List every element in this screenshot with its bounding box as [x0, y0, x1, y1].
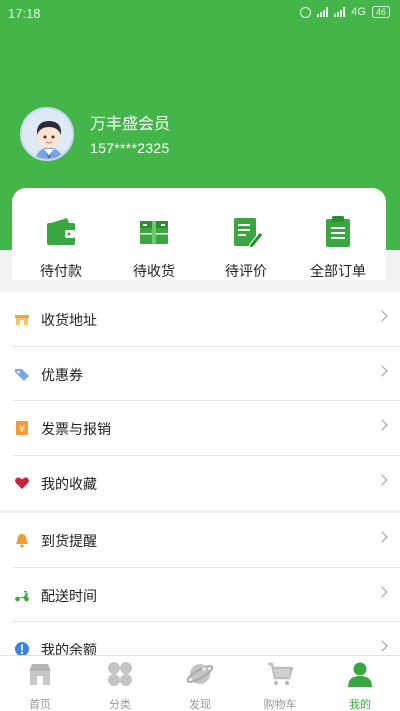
- avatar[interactable]: [20, 107, 74, 161]
- signal-icon-2: [334, 7, 346, 17]
- tab-label: 我的: [349, 699, 371, 711]
- signal-icon: [317, 7, 329, 17]
- cart-icon: [268, 662, 294, 686]
- home-shop-icon: [29, 664, 51, 685]
- tab-category[interactable]: 分类: [80, 660, 160, 711]
- chevron-right-icon: [376, 310, 388, 322]
- status-time: 17:18: [8, 6, 41, 21]
- menu-label: 配送时间: [41, 587, 97, 604]
- invoice-yen-icon: ¥: [16, 421, 28, 435]
- tab-cart[interactable]: 购物车: [240, 660, 320, 711]
- chevron-right-icon: [376, 364, 388, 377]
- tab-label: 首页: [29, 699, 51, 711]
- tab-label: 发现: [189, 699, 211, 711]
- alarm-icon: [300, 6, 312, 18]
- address-icon: [15, 315, 29, 325]
- status-bar: 17:18 4G 46: [0, 0, 400, 28]
- heart-icon: [15, 477, 29, 489]
- menu-label: 优惠券: [41, 366, 83, 383]
- user-phone: 157****2325: [90, 140, 170, 156]
- coupon-tag-icon: [15, 368, 29, 381]
- menu-label: 我的收藏: [41, 475, 97, 492]
- bottom-tab-bar: 首页 分类 发现 购物车 我的: [0, 655, 400, 711]
- tab-label: 购物车: [263, 699, 297, 711]
- menu-group-1: 收货地址 优惠券 ¥ 发票与报销 我的收藏: [0, 292, 400, 510]
- tab-label: 分类: [109, 699, 131, 711]
- menu-label: 发票与报销: [41, 421, 111, 437]
- chevron-right-icon: [376, 640, 388, 652]
- order-pending-review[interactable]: 待评价: [206, 214, 286, 281]
- order-pending-payment[interactable]: 待付款: [21, 214, 101, 281]
- user-icon: [348, 662, 372, 687]
- chevron-right-icon: [376, 419, 388, 431]
- menu-item-delivery-time[interactable]: 配送时间: [12, 568, 400, 622]
- menu-item-favorites[interactable]: 我的收藏: [12, 456, 400, 511]
- menu-label: 收货地址: [41, 312, 97, 328]
- order-label: 待收货: [133, 263, 175, 279]
- chevron-right-icon: [376, 531, 388, 543]
- menu-item-address[interactable]: 收货地址: [12, 292, 400, 347]
- discover-planet-icon: [186, 664, 214, 684]
- network-type: 4G: [351, 6, 366, 18]
- tab-discover[interactable]: 发现: [160, 660, 240, 711]
- order-label: 待付款: [40, 263, 82, 279]
- edit-review-icon: [234, 218, 264, 249]
- order-label: 全部订单: [310, 263, 366, 279]
- chevron-right-icon: [376, 473, 388, 486]
- order-all[interactable]: 全部订单: [298, 214, 378, 281]
- package-icon: [140, 221, 168, 244]
- clipboard-icon: [326, 216, 350, 247]
- svg-text:¥: ¥: [19, 424, 25, 435]
- chevron-right-icon: [376, 585, 388, 598]
- menu-item-arrival-reminder[interactable]: 到货提醒: [12, 513, 400, 568]
- menu-label: 到货提醒: [41, 533, 97, 549]
- order-label: 待评价: [225, 263, 267, 279]
- tab-mine[interactable]: 我的: [320, 660, 400, 711]
- tab-home[interactable]: 首页: [0, 660, 80, 711]
- order-pending-receipt[interactable]: 待收货: [114, 214, 194, 281]
- scooter-icon: [15, 590, 29, 601]
- battery-icon: 46: [371, 6, 390, 18]
- category-icon: [108, 662, 132, 686]
- wallet-icon: [47, 218, 75, 245]
- menu-group-2: 到货提醒 配送时间 我的余额: [0, 513, 400, 677]
- menu-item-invoice[interactable]: ¥ 发票与报销: [12, 401, 400, 456]
- bell-icon: [16, 534, 28, 548]
- orders-card: 待付款 待收货 待评价 全部订单: [12, 188, 386, 280]
- user-name[interactable]: 万丰盛会员: [90, 110, 170, 134]
- menu-item-coupons[interactable]: 优惠券: [12, 347, 400, 401]
- status-indicators: 4G 46: [300, 6, 390, 18]
